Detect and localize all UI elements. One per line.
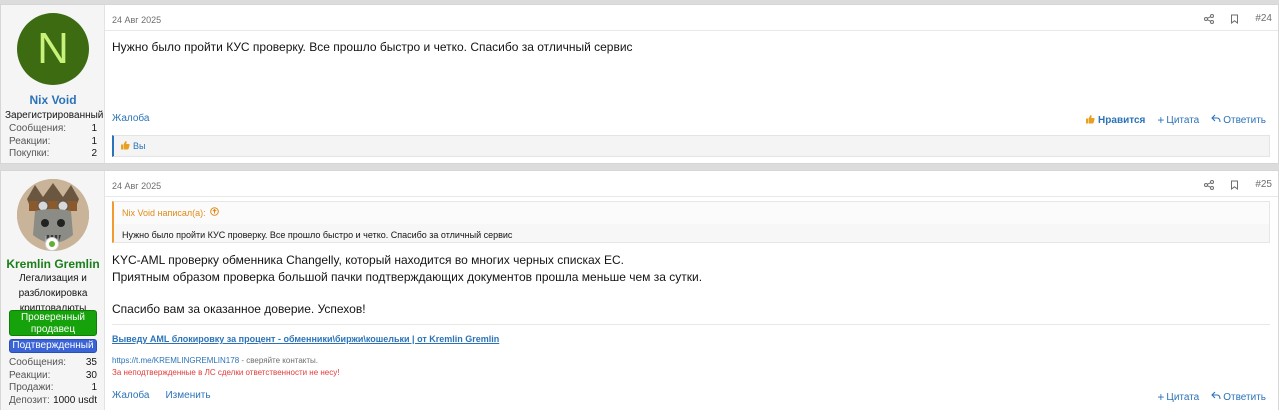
stat-row: Сообщения: 35 (9, 357, 97, 368)
username[interactable]: Kremlin Gremlin (1, 257, 105, 271)
edit-link[interactable]: Изменить (165, 390, 210, 401)
stat-row: Депозит: 1000 usdt (9, 394, 97, 406)
user-title: Зарегистрированный (5, 110, 104, 121)
stat-row: Реакции: 30 (9, 369, 97, 381)
quote-label: Цитата (1166, 114, 1200, 126)
reply-label: Ответить (1223, 391, 1266, 403)
quote-button[interactable]: + Цитата (1157, 390, 1199, 404)
stat-row: Покупки: 2 (9, 148, 97, 159)
post-25: Kremlin Gremlin Легализация и разблокиро… (0, 170, 1279, 410)
quote-label: Цитата (1166, 391, 1200, 403)
avatar[interactable]: N (17, 13, 89, 85)
online-status-icon (45, 237, 59, 251)
username[interactable]: Nix Void (1, 93, 105, 107)
share-icon[interactable] (1204, 13, 1215, 24)
stat-row: Сообщения: 1 (9, 123, 97, 134)
quote-author[interactable]: Nix Void написал(а): (122, 207, 219, 218)
plus-icon: + (1157, 390, 1165, 404)
stat-row: Реакции: 1 (9, 135, 97, 147)
post-content: 24 Авг 2025 #25 Nix Void написал(а): Нуж… (105, 171, 1278, 410)
quote-text: Нужно было пройти КУС проверку. Все прош… (114, 224, 1269, 242)
reply-button[interactable]: Ответить (1211, 114, 1266, 126)
plus-icon: + (1157, 113, 1165, 127)
reply-button[interactable]: Ответить (1211, 391, 1266, 403)
like-button[interactable]: Нравится (1085, 114, 1145, 127)
like-label: Нравится (1098, 114, 1146, 126)
reply-label: Ответить (1223, 114, 1266, 126)
quote-button[interactable]: + Цитата (1157, 113, 1199, 127)
post-24: N Nix Void Зарегистрированный Сообщения:… (0, 4, 1279, 164)
thumbs-up-icon (1085, 114, 1095, 127)
quote-block: Nix Void написал(а): Нужно было пройти К… (112, 201, 1270, 243)
badge-verified-seller: Проверенный продавец (9, 310, 97, 336)
bookmark-icon[interactable] (1230, 14, 1239, 24)
post-date[interactable]: 24 Авг 2025 (112, 15, 161, 25)
reactions-label: Вы (133, 141, 146, 151)
signature-divider (112, 324, 1270, 325)
user-stats: Сообщения: 1 Реакции: 1 Покупки: 2 (9, 123, 97, 161)
reactions-bar[interactable]: Вы (112, 135, 1270, 157)
post-text-line: Приятным образом проверка большой пачки … (112, 270, 703, 284)
user-pane: N Nix Void Зарегистрированный Сообщения:… (1, 5, 105, 163)
reply-icon (1211, 391, 1221, 403)
stat-row: Продажи: 1 (9, 382, 97, 393)
signature-link[interactable]: Выведу AML блокировку за процент - обмен… (112, 334, 499, 344)
report-link[interactable]: Жалоба (112, 390, 149, 401)
post-number[interactable]: #24 (1255, 13, 1272, 24)
user-stats: Сообщения: 35 Реакции: 30 Продажи: 1 Депози… (9, 357, 97, 407)
post-text-line: KYC-AML проверку обменника Changelly, ко… (112, 253, 624, 267)
signature-contact: https://t.me/KREMLINGREMLIN178 - сверяйт… (112, 356, 318, 365)
post-number[interactable]: #25 (1255, 179, 1272, 190)
arrow-up-circle-icon[interactable] (209, 207, 219, 218)
post-meta: 24 Авг 2025 #24 (105, 5, 1278, 31)
bookmark-icon[interactable] (1230, 180, 1239, 190)
post-text: Нужно было пройти КУС проверку. Все прош… (112, 40, 633, 54)
badge-confirmed: Подтвержденный (9, 339, 97, 353)
post-content: 24 Авг 2025 #24 Нужно было пройти КУС пр… (105, 5, 1278, 163)
report-link[interactable]: Жалоба (112, 113, 149, 124)
post-text-line: Спасибо вам за оказанное доверие. Успехо… (112, 302, 366, 316)
thumbs-up-icon (120, 140, 130, 152)
share-icon[interactable] (1204, 179, 1215, 190)
user-pane: Kremlin Gremlin Легализация и разблокиро… (1, 171, 105, 410)
post-meta: 24 Авг 2025 #25 (105, 171, 1278, 197)
reply-icon (1211, 114, 1221, 126)
post-date[interactable]: 24 Авг 2025 (112, 181, 161, 191)
telegram-link[interactable]: https://t.me/KREMLINGREMLIN178 (112, 356, 239, 365)
signature-warning: За неподтвержденные в ЛС сделки ответств… (112, 368, 340, 377)
